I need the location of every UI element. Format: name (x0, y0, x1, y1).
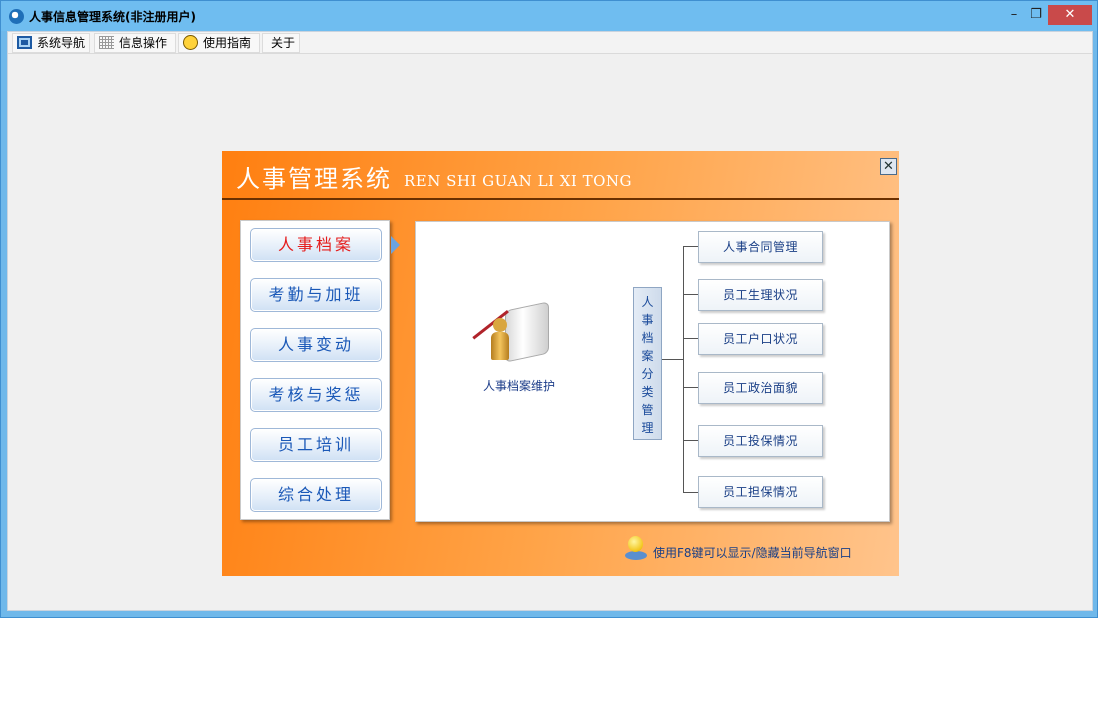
menu-label: 信息操作 (119, 36, 168, 50)
menu-info-operations[interactable]: 信息操作 (94, 33, 176, 53)
category-attendance-overtime[interactable]: 考勤与加班 (250, 278, 382, 312)
subitem-contract-management[interactable]: 人事合同管理 (698, 231, 823, 263)
feature-archive-maintenance-label[interactable]: 人事档案维护 (483, 377, 555, 394)
subitem-health-status[interactable]: 员工生理状况 (698, 279, 823, 311)
content-area: 人事档案维护 人 事 档 案 分 类 管 理 人事合同管理 员工生理状况 员工户… (415, 221, 890, 522)
menu-label: 使用指南 (203, 36, 252, 50)
clock-icon (183, 35, 198, 50)
group-label-char: 人 (641, 295, 654, 309)
menu-bar: 系统导航 信息操作 使用指南 关于 (8, 32, 1092, 54)
group-label-char: 分 (641, 367, 654, 381)
app-window: 人事信息管理系统(非注册用户) – ❐ ✕ 系统导航 信息操作 使用指南 关于 … (0, 0, 1098, 618)
subitem-household-status[interactable]: 员工户口状况 (698, 323, 823, 355)
menu-user-guide[interactable]: 使用指南 (178, 33, 260, 53)
tree-connector (683, 440, 698, 441)
category-personnel-files[interactable]: 人事档案 (250, 228, 382, 262)
panel-subtitle: REN SHI GUAN LI XI TONG (404, 172, 633, 190)
grid-icon (99, 36, 114, 49)
group-label-box: 人 事 档 案 分 类 管 理 (633, 287, 662, 440)
tree-connector (683, 387, 698, 388)
group-label-char: 档 (641, 331, 654, 345)
monitor-icon (17, 36, 32, 49)
maximize-button[interactable]: ❐ (1025, 5, 1047, 25)
app-logo-icon (9, 9, 24, 24)
tree-connector (683, 294, 698, 295)
tree-connector (662, 359, 683, 360)
f8-hint-text: 使用F8键可以显示/隐藏当前导航窗口 (653, 546, 852, 560)
group-label-char: 理 (641, 421, 654, 435)
header-divider (222, 198, 899, 200)
archive-person-icon[interactable] (472, 301, 551, 364)
panel-title: 人事管理系统 (236, 165, 392, 193)
group-label-char: 案 (641, 349, 654, 363)
category-personnel-changes[interactable]: 人事变动 (250, 328, 382, 362)
tree-connector (683, 492, 698, 493)
menu-system-navigation[interactable]: 系统导航 (12, 33, 90, 53)
close-button[interactable]: ✕ (1048, 5, 1092, 25)
group-label-char: 管 (641, 403, 654, 417)
navigation-panel: 人事管理系统 REN SHI GUAN LI XI TONG ✕ 人事档案 考勤… (222, 151, 899, 576)
window-title: 人事信息管理系统(非注册用户) (29, 10, 196, 24)
active-arrow-icon (391, 236, 400, 254)
title-bar[interactable]: 人事信息管理系统(非注册用户) – ❐ ✕ (1, 1, 1097, 31)
panel-close-button[interactable]: ✕ (880, 158, 897, 175)
category-assessment-rewards[interactable]: 考核与奖惩 (250, 378, 382, 412)
menu-about[interactable]: 关于 (262, 33, 300, 53)
tree-connector (683, 246, 698, 247)
minimize-button[interactable]: – (1003, 5, 1025, 25)
tree-connector (683, 246, 684, 492)
group-label-char: 事 (641, 313, 654, 327)
tree-connector (683, 338, 698, 339)
menu-label: 关于 (271, 36, 296, 50)
menu-label: 系统导航 (37, 36, 86, 50)
subitem-political-status[interactable]: 员工政治面貌 (698, 372, 823, 404)
subitem-insurance-status[interactable]: 员工投保情况 (698, 425, 823, 457)
group-label-char: 类 (641, 385, 654, 399)
category-list: 人事档案 考勤与加班 人事变动 考核与奖惩 员工培训 综合处理 (240, 220, 390, 520)
category-general-processing[interactable]: 综合处理 (250, 478, 382, 512)
lightbulb-icon (625, 536, 647, 562)
subitem-guarantee-status[interactable]: 员工担保情况 (698, 476, 823, 508)
category-employee-training[interactable]: 员工培训 (250, 428, 382, 462)
